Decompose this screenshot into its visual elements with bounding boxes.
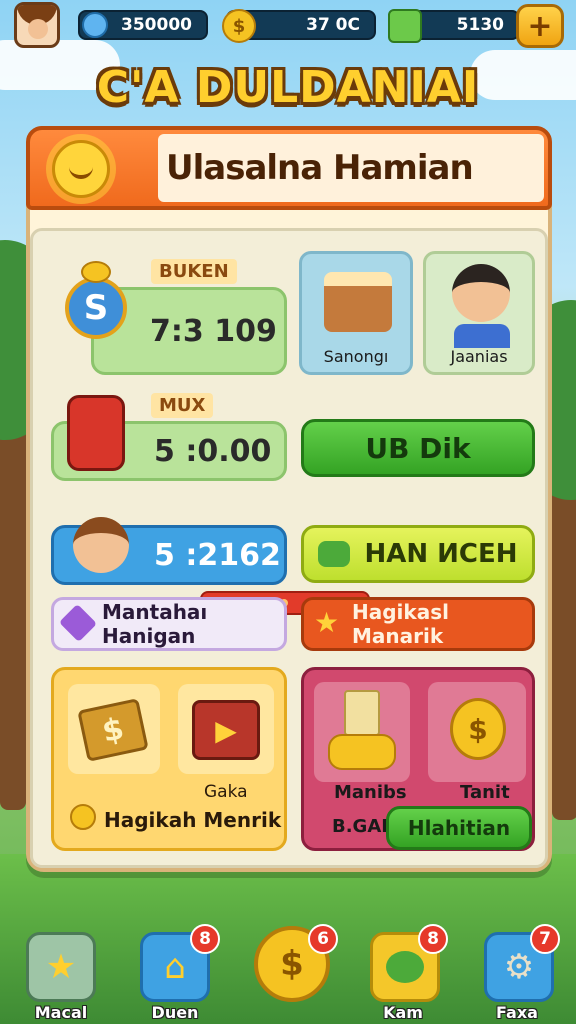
left-reward-pill-label: Mantahaı Hanigan xyxy=(102,600,208,648)
reward-box-right-label-a: Manibs xyxy=(334,782,407,803)
cash-count: 5130 xyxy=(456,15,504,35)
boy-avatar xyxy=(452,264,510,322)
nav-chat-badge: 8 xyxy=(418,924,448,954)
cash-icon xyxy=(388,9,422,43)
kid-avatar-icon xyxy=(73,517,129,573)
reward-box-left[interactable]: $ ▶ Gaka Hagikah Menrik xyxy=(51,667,287,851)
top-bar: 350000 $ 37 0C 5130 + xyxy=(8,2,568,48)
nav-settings-label: Faxa xyxy=(496,1003,538,1022)
bottom-nav: ★ Macal ⌂ 8 Duen $ 6 8 Kam ⚙ 7 Faxa xyxy=(0,924,576,1024)
nav-chat-label: Kam xyxy=(383,1003,423,1022)
robot-icon[interactable] xyxy=(67,395,125,471)
coin-icon: $ xyxy=(280,944,304,984)
timer-value-1: 7:3 109 xyxy=(150,313,277,349)
upgrade-button[interactable]: UB Dik xyxy=(301,419,535,477)
coin-icon: $ xyxy=(222,9,256,43)
gem-purple-icon xyxy=(58,603,98,643)
stopwatch-icon[interactable]: S xyxy=(65,261,129,339)
nav-home-label: Macal xyxy=(34,1003,88,1022)
panel-title: Ulasalna Hamian xyxy=(158,134,544,202)
character-card-label: Jaanias xyxy=(450,347,508,366)
sun-icon xyxy=(52,140,110,198)
boy-shirt xyxy=(454,324,510,348)
timer-value-2: 5 :0.00 xyxy=(154,433,272,469)
player-avatar[interactable] xyxy=(14,2,60,48)
right-reward-pill-label: Hagikasl Manarik xyxy=(352,600,449,648)
money-bag-icon: $ xyxy=(428,682,526,782)
house-icon: ⌂ xyxy=(164,947,186,987)
timer-value-3: 5 :2162 xyxy=(154,537,281,573)
gem-icon xyxy=(76,6,114,44)
main-panel: Ulasalna Hamian 7:3 109 S BUKEN Sanongı … xyxy=(26,126,552,872)
gem-count: 350000 xyxy=(121,15,192,35)
claim-button[interactable]: HAN ИCEH xyxy=(301,525,535,583)
game-title: C'A DULDANIAI xyxy=(96,62,480,113)
money-box-icon: $ xyxy=(68,684,160,774)
nav-house-label: Duen xyxy=(151,1003,199,1022)
left-reward-pill[interactable]: Mantahaı Hanigan xyxy=(51,597,287,651)
collect-button[interactable]: Hlahitian xyxy=(386,806,532,850)
cash-counter[interactable]: 5130 xyxy=(388,9,520,43)
gem-counter[interactable]: 350000 xyxy=(76,6,208,44)
nav-house-badge: 8 xyxy=(190,924,220,954)
claim-button-label: HAN ИCEH xyxy=(364,539,518,569)
reward-box-right-label-c: B.GAI xyxy=(332,816,388,837)
chat-icon xyxy=(386,951,424,983)
nav-home[interactable]: ★ xyxy=(26,932,96,1002)
snack-card-label: Sanongı xyxy=(323,347,389,366)
video-box-icon: ▶ xyxy=(178,684,274,774)
timer-tag-1: BUKEN xyxy=(151,259,237,284)
reward-box-right[interactable]: $ Manibs Tanit B.GAI Hlahitian xyxy=(301,667,535,851)
snack-card[interactable]: Sanongı xyxy=(299,251,413,375)
coin-stack-icon xyxy=(314,682,410,782)
nav-coin-badge: 6 xyxy=(308,924,338,954)
character-card[interactable]: Jaanias xyxy=(423,251,535,375)
right-reward-pill[interactable]: ★ Hagikasl Manarik xyxy=(301,597,535,651)
panel-header: Ulasalna Hamian xyxy=(26,126,552,210)
star-icon: ★ xyxy=(314,606,340,639)
reward-box-right-label-b: Tanit xyxy=(460,782,510,803)
chat-bubble-icon xyxy=(318,541,351,567)
reward-box-left-label: Hagikah Menrik xyxy=(104,808,282,832)
coin-counter[interactable]: $ 37 0C xyxy=(222,9,376,43)
add-currency-button[interactable]: + xyxy=(516,4,564,48)
timer-tag-2: MUX xyxy=(151,393,214,418)
lightbulb-icon xyxy=(70,804,96,830)
nav-settings-badge: 7 xyxy=(530,924,560,954)
cake-icon xyxy=(324,272,392,332)
reward-box-left-small-label: Gaka xyxy=(204,782,248,802)
panel-content: 7:3 109 S BUKEN Sanongı Jaanias 5 :0.00 … xyxy=(30,228,548,868)
star-icon: ★ xyxy=(45,947,77,987)
coin-count: 37 0C xyxy=(306,15,360,35)
gear-icon: ⚙ xyxy=(503,947,535,987)
